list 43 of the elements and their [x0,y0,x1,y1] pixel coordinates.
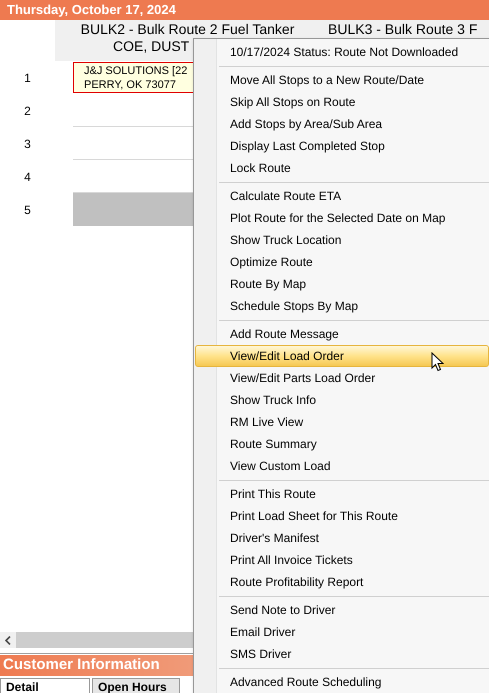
row-number: 5 [24,202,31,218]
menu-item[interactable]: Print Load Sheet for This Route [195,505,489,527]
row-number: 4 [24,168,31,186]
row-number: 3 [24,136,31,152]
row-number: 1 [24,70,31,86]
menu-item[interactable]: Route Profitability Report [195,571,489,593]
mouse-pointer-icon [431,352,444,372]
menu-item[interactable]: Lock Route [195,157,489,179]
menu-item[interactable]: Email Driver [195,621,489,643]
menu-item[interactable]: Send Note to Driver [195,599,489,621]
menu-item[interactable]: Route By Map [195,273,489,295]
panel-tab[interactable]: Detail [0,678,90,693]
menu-item[interactable]: Calculate Route ETA [195,185,489,207]
menu-item[interactable]: Optimize Route [195,251,489,273]
menu-item[interactable]: Advanced Route Scheduling [195,671,489,693]
menu-item[interactable]: 10/17/2024 Status: Route Not Downloaded [195,41,489,63]
panel-title: Customer Information [3,655,160,676]
route-title: BULK2 - Bulk Route 2 Fuel Tanker [80,21,294,38]
row-number: 2 [24,102,31,120]
menu-item[interactable]: Plot Route for the Selected Date on Map [195,207,489,229]
menu-item[interactable]: Show Truck Location [195,229,489,251]
menu-item[interactable]: Route Summary [195,433,489,455]
menu-item[interactable]: Display Last Completed Stop [195,135,489,157]
date-title: Thursday, October 17, 2024 [7,1,176,20]
menu-item[interactable]: View Custom Load [195,455,489,477]
menu-item[interactable]: Driver's Manifest [195,527,489,549]
menu-item[interactable]: Add Stops by Area/Sub Area [195,113,489,135]
customer-name: J&J SOLUTIONS [22 [84,64,188,78]
menu-item[interactable]: View/Edit Load Order [195,345,489,367]
route-title: BULK3 - Bulk Route 3 F [328,21,478,37]
menu-item[interactable]: Skip All Stops on Route [195,91,489,113]
menu-item[interactable]: Print This Route [195,483,489,505]
menu-item[interactable]: View/Edit Parts Load Order [195,367,489,389]
driver-name: COE, DUST [113,38,190,55]
menu-item[interactable]: Print All Invoice Tickets [195,549,489,571]
menu-item[interactable]: SMS Driver [195,643,489,665]
customer-address: PERRY, OK 73077 [84,78,176,92]
menu-item[interactable]: Add Route Message [195,323,489,345]
menu-item[interactable]: Schedule Stops By Map [195,295,489,317]
menu-item[interactable]: Move All Stops to a New Route/Date [195,69,489,91]
horizontal-scrollbar[interactable] [0,632,193,648]
menu-item[interactable]: RM Live View [195,411,489,433]
menu-item[interactable]: Show Truck Info [195,389,489,411]
